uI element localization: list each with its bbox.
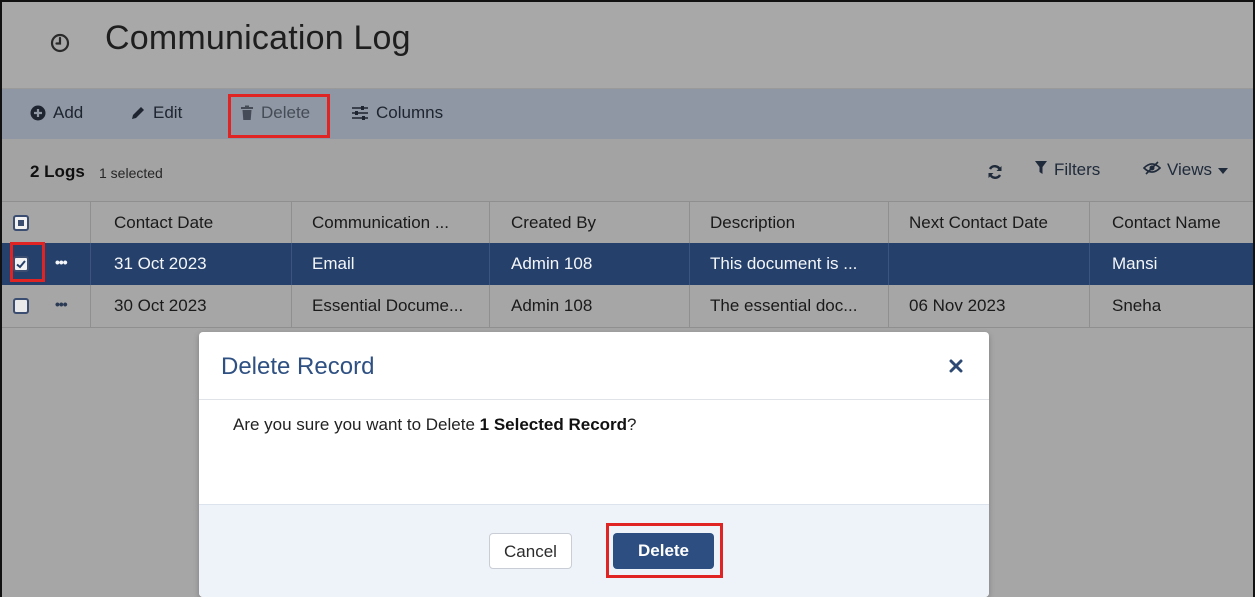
- delete-record-dialog: Delete Record Are you sure you want to D…: [199, 332, 989, 597]
- ellipsis-icon[interactable]: •••: [55, 296, 68, 312]
- table-row[interactable]: ••• 30 Oct 2023 Essential Docume... Admi…: [2, 285, 1253, 328]
- pencil-icon: [130, 105, 146, 121]
- row-checkbox[interactable]: [13, 298, 29, 314]
- clock-icon: [50, 33, 70, 53]
- column-divider: [1089, 243, 1090, 285]
- column-divider: [888, 285, 889, 327]
- column-header-communication[interactable]: Communication ...: [312, 202, 449, 244]
- dialog-title: Delete Record: [221, 353, 375, 380]
- column-divider: [90, 202, 91, 244]
- column-divider: [689, 285, 690, 327]
- close-icon[interactable]: [949, 359, 963, 378]
- confirm-delete-highlight: [606, 523, 723, 578]
- select-all-checkbox[interactable]: [13, 215, 29, 231]
- title-bar: Communication Log: [2, 2, 1253, 89]
- column-header-description[interactable]: Description: [710, 202, 795, 244]
- column-divider: [90, 285, 91, 327]
- edit-button[interactable]: Edit: [130, 103, 182, 123]
- columns-button-label: Columns: [376, 103, 444, 122]
- cell-contact-name: Mansi: [1112, 254, 1158, 273]
- table-header-row: Contact Date Communication ... Created B…: [2, 201, 1253, 245]
- chevron-down-icon: [1218, 160, 1229, 180]
- table-row[interactable]: ••• 31 Oct 2023 Email Admin 108 This doc…: [2, 243, 1253, 285]
- column-divider: [291, 285, 292, 327]
- page-title: Communication Log: [105, 19, 411, 57]
- column-divider: [888, 243, 889, 285]
- filters-label: Filters: [1054, 160, 1101, 179]
- cell-created-by: Admin 108: [511, 254, 593, 273]
- plus-circle-icon: [30, 105, 46, 121]
- views-label: Views: [1167, 160, 1213, 179]
- add-button[interactable]: Add: [30, 103, 83, 123]
- dialog-divider: [199, 399, 989, 400]
- delete-button-highlight: [228, 94, 330, 138]
- dialog-message: Are you sure you want to Delete 1 Select…: [233, 415, 637, 435]
- column-header-contact-date[interactable]: Contact Date: [114, 202, 213, 244]
- dialog-footer: Cancel Delete: [199, 504, 989, 597]
- eye-slash-icon: [1142, 160, 1162, 180]
- column-divider: [90, 243, 91, 285]
- cell-next-contact-date: 06 Nov 2023: [909, 296, 1006, 315]
- column-divider: [489, 285, 490, 327]
- cancel-button[interactable]: Cancel: [489, 533, 572, 569]
- column-divider: [291, 243, 292, 285]
- column-header-next-contact-date[interactable]: Next Contact Date: [909, 202, 1048, 244]
- dialog-message-count: 1 Selected Record: [479, 415, 628, 434]
- cell-contact-date: 30 Oct 2023: [114, 296, 207, 315]
- column-divider: [489, 202, 490, 244]
- refresh-icon[interactable]: [987, 164, 1003, 185]
- column-divider: [1089, 285, 1090, 327]
- cell-communication: Email: [312, 254, 355, 273]
- ellipsis-icon[interactable]: •••: [55, 254, 68, 270]
- cell-contact-name: Sneha: [1112, 296, 1162, 315]
- columns-button[interactable]: Columns: [351, 103, 443, 123]
- column-header-created-by[interactable]: Created By: [511, 202, 596, 244]
- column-divider: [291, 202, 292, 244]
- column-divider: [689, 202, 690, 244]
- cell-description: The essential doc...: [710, 296, 858, 315]
- indeterminate-mark: [18, 220, 24, 226]
- views-dropdown[interactable]: Views: [1142, 160, 1229, 180]
- dialog-message-suffix: ?: [627, 415, 637, 434]
- cell-contact-date: 31 Oct 2023: [114, 254, 207, 273]
- filters-button[interactable]: Filters: [1035, 160, 1100, 180]
- edit-button-label: Edit: [153, 103, 183, 122]
- funnel-icon: [1035, 160, 1047, 180]
- row-checkbox-highlight: [10, 242, 45, 282]
- column-divider: [689, 243, 690, 285]
- column-divider: [1089, 202, 1090, 244]
- dialog-message-prefix: Are you sure you want to Delete: [233, 415, 480, 434]
- toolbar: Add Edit Delete Columns: [2, 89, 1253, 139]
- sliders-icon: [351, 105, 369, 121]
- cell-communication: Essential Docume...: [312, 296, 464, 315]
- column-divider: [888, 202, 889, 244]
- cell-created-by: Admin 108: [511, 296, 593, 315]
- cell-description: This document is ...: [710, 254, 858, 273]
- column-divider: [489, 243, 490, 285]
- record-count: 2 Logs: [30, 162, 85, 181]
- column-header-contact-name[interactable]: Contact Name: [1112, 202, 1221, 244]
- add-button-label: Add: [53, 103, 84, 122]
- app-window: Communication Log Add Edit Delete Column…: [0, 0, 1255, 597]
- selected-count: 1 selected: [99, 165, 163, 181]
